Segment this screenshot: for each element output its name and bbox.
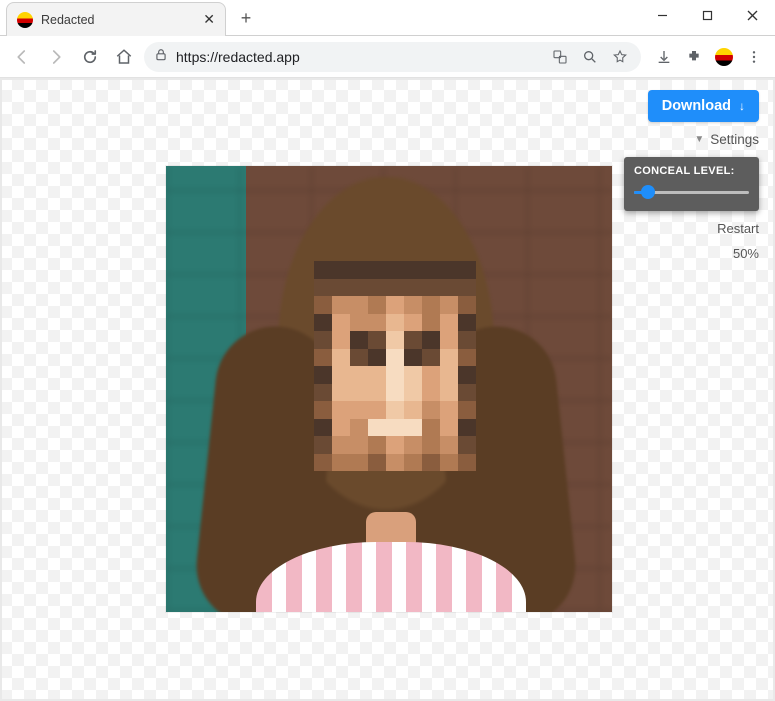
browser-toolbar: https://redacted.app bbox=[0, 36, 775, 78]
downloads-ext-icon[interactable] bbox=[651, 44, 677, 70]
url-text: https://redacted.app bbox=[176, 49, 541, 65]
translate-icon[interactable] bbox=[549, 49, 571, 65]
extensions-puzzle-icon[interactable] bbox=[681, 44, 707, 70]
browser-tab[interactable]: Redacted ✕ bbox=[6, 2, 226, 36]
window-controls bbox=[640, 0, 775, 30]
zoom-icon[interactable] bbox=[579, 49, 601, 65]
close-tab-icon[interactable]: ✕ bbox=[203, 11, 215, 28]
nav-home-button[interactable] bbox=[110, 43, 138, 71]
conceal-level-panel: CONCEAL LEVEL: bbox=[624, 157, 759, 211]
new-tab-button[interactable]: + bbox=[232, 4, 260, 32]
download-arrow-icon: ↓ bbox=[739, 99, 745, 113]
download-button[interactable]: Download ↓ bbox=[648, 90, 759, 122]
settings-toggle[interactable]: ▼ Settings bbox=[694, 132, 759, 147]
tab-title: Redacted bbox=[41, 13, 195, 27]
lock-icon bbox=[154, 48, 168, 65]
window-minimize-button[interactable] bbox=[640, 0, 685, 30]
redacted-extension-icon[interactable] bbox=[711, 44, 737, 70]
nav-forward-button[interactable] bbox=[42, 43, 70, 71]
window-maximize-button[interactable] bbox=[685, 0, 730, 30]
chevron-down-icon: ▼ bbox=[694, 134, 704, 145]
window-titlebar: Redacted ✕ + bbox=[0, 0, 775, 36]
conceal-level-slider[interactable] bbox=[634, 185, 749, 199]
app-topbar: Download ↓ ▼ Settings CONCEAL LEVEL: Res… bbox=[624, 90, 759, 261]
extensions-row bbox=[651, 44, 767, 70]
nav-reload-button[interactable] bbox=[76, 43, 104, 71]
zoom-percent-label[interactable]: 50% bbox=[733, 246, 759, 261]
redacted-favicon-icon bbox=[17, 12, 33, 28]
window-close-button[interactable] bbox=[730, 0, 775, 30]
side-links: Restart 50% bbox=[717, 221, 759, 261]
app-viewport: Download ↓ ▼ Settings CONCEAL LEVEL: Res… bbox=[0, 78, 775, 701]
bookmark-star-icon[interactable] bbox=[609, 49, 631, 65]
settings-label: Settings bbox=[710, 132, 759, 147]
slider-thumb-icon[interactable] bbox=[641, 185, 655, 199]
download-button-label: Download bbox=[662, 98, 731, 114]
restart-link[interactable]: Restart bbox=[717, 221, 759, 236]
nav-back-button[interactable] bbox=[8, 43, 36, 71]
conceal-level-label: CONCEAL LEVEL: bbox=[634, 165, 749, 177]
pixelated-face-region bbox=[314, 261, 476, 471]
address-bar[interactable]: https://redacted.app bbox=[144, 42, 641, 72]
browser-menu-button[interactable] bbox=[741, 49, 767, 65]
image-canvas[interactable] bbox=[166, 166, 612, 612]
